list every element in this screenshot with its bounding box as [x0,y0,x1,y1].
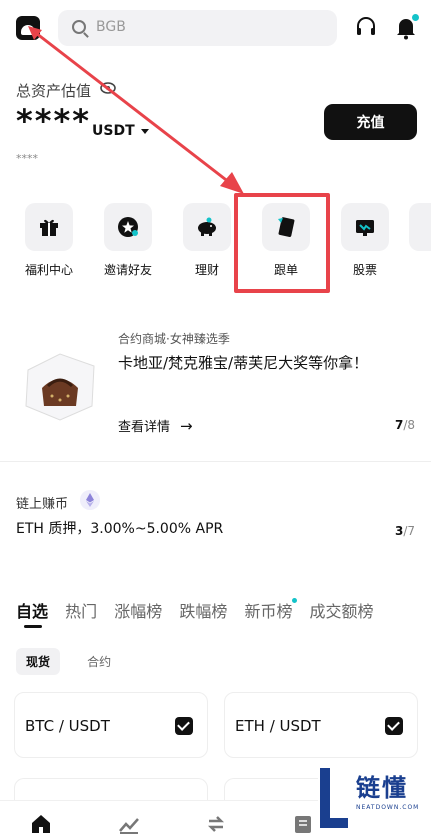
watermark-l-icon [320,768,348,828]
watermark-text: 链懂 [356,774,408,802]
subtab-spot[interactable]: 现货 [16,648,61,675]
tab-favorites[interactable]: 自选 [16,598,48,628]
section-divider [0,461,431,462]
profile-avatar-icon[interactable] [16,16,40,40]
watermark-logo: 链懂 NEATDOWN.COM [318,766,431,836]
asset-value: **** [16,102,91,140]
currency-label: USDT [92,123,135,139]
piggy-bank-icon [198,217,216,236]
sub-tabs: 现货 合约 [16,648,133,675]
pair-card-eth[interactable]: ETH / USDT [224,692,418,758]
quick-actions: 福利中心 邀请好友 理财 跟单 股票 [0,203,431,283]
currency-selector[interactable]: USDT [92,123,149,139]
asset-sub-value: **** [16,152,38,165]
stock-icon [356,220,374,236]
quick-action-stocks[interactable]: 股票 [330,203,400,278]
headset-icon[interactable] [355,16,377,38]
promo-pager: 7/8 [394,418,415,432]
futures-icon[interactable] [292,813,314,835]
market-tabs: 自选 热门 涨幅榜 跌幅榜 新币榜 成交额榜 [16,598,386,634]
pair-card-btc[interactable]: BTC / USDT [14,692,208,758]
notification-dot [412,14,419,21]
subtab-futures[interactable]: 合约 [77,648,121,675]
eye-icon[interactable] [100,81,116,95]
pair-label: ETH / USDT [235,717,321,735]
watermark-subtext: NEATDOWN.COM [356,804,420,811]
invite-icon [118,217,138,237]
earn-pager: 3/7 [394,524,415,538]
quick-action-welfare[interactable]: 福利中心 [14,203,84,278]
top-header: BGB [0,10,431,46]
earn-tag: 链上赚币 [16,497,69,512]
earn-title: ETH 质押，3.00%~5.00% APR [16,521,224,537]
tab-losers[interactable]: 跌幅榜 [179,598,227,622]
quick-action-invite[interactable]: 邀请好友 [93,203,163,278]
promo-title: 卡地亚/梵克雅宝/蒂芙尼大奖等你拿！ [118,354,369,372]
promo-tag: 合约商城·女神臻选季 [118,332,230,346]
gift-icon [40,219,58,236]
promo-details-link[interactable]: 查看详情 → [118,416,193,435]
search-input[interactable]: BGB [58,10,337,46]
earn-banner[interactable]: 链上赚币 ETH 质押，3.00%~5.00% APR 3/7 [0,488,431,548]
checkbox-checked-icon[interactable] [385,717,403,735]
caret-down-icon [140,128,149,134]
tab-hot[interactable]: 热门 [65,598,97,622]
search-icon [72,20,86,34]
handbag-image [25,353,95,421]
arrow-right-icon: → [180,417,193,435]
tab-volume[interactable]: 成交额榜 [310,598,374,622]
ethereum-icon [80,490,100,510]
trade-icon[interactable] [205,813,227,835]
asset-label: 总资产估值 [16,82,92,100]
deposit-button[interactable]: 充值 [324,104,417,140]
notification-bell-icon[interactable] [395,14,419,40]
tab-new-listings[interactable]: 新币榜 [244,598,298,622]
promo-banner[interactable]: 合约商城·女神臻选季 卡地亚/梵克雅宝/蒂芙尼大奖等你拿！ 查看详情 → 7/8 [0,310,431,460]
markets-icon[interactable] [118,813,140,835]
checkbox-checked-icon[interactable] [175,717,193,735]
quick-action-more[interactable] [409,203,431,251]
quick-action-wealth[interactable]: 理财 [172,203,242,278]
highlight-box [234,193,330,293]
home-icon[interactable] [30,813,52,835]
search-placeholder: BGB [96,19,126,35]
tab-gainers[interactable]: 涨幅榜 [114,598,162,622]
new-dot [292,598,298,603]
pair-label: BTC / USDT [25,717,110,735]
